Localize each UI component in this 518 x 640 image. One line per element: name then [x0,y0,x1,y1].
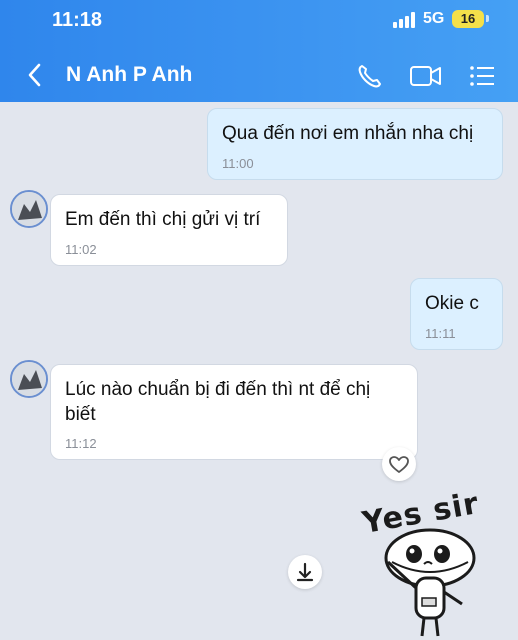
message-text: Okie c [425,293,479,314]
message-time: 11:02 [65,242,97,257]
sticker-mushroom-icon[interactable] [366,518,486,638]
menu-button[interactable] [468,62,498,90]
message-text-line1: Lúc nào chuẩn bị đi đến thì nt để chị [65,379,371,400]
battery-level: 16 [452,10,484,28]
message-time: 11:00 [222,156,254,171]
avatar-image [12,362,46,396]
phone-icon [358,65,381,88]
message-time: 11:12 [65,436,97,451]
message-bubble-outgoing[interactable]: Okie c 11:11 [410,278,503,350]
avatar[interactable] [10,360,48,398]
message-text: Qua đến nơi em nhắn nha chị [222,123,474,144]
message-time: 11:11 [425,326,456,341]
chat-header: 11:18 5G 16 N Anh P Anh [0,0,518,102]
battery-cap [486,15,489,22]
message-bubble-incoming[interactable]: Em đến thì chị gửi vị trí 11:02 [50,194,288,266]
message-text-line2: biết [65,404,96,425]
video-call-button[interactable] [409,62,443,90]
list-menu-icon [470,66,494,86]
message-bubble-incoming[interactable]: Lúc nào chuẩn bị đi đến thì nt để chị bi… [50,364,418,460]
react-button[interactable] [382,447,416,481]
download-arrow-icon [296,562,314,582]
message-text: Em đến thì chị gửi vị trí [65,209,261,230]
avatar[interactable] [10,190,48,228]
signal-icon [393,12,417,28]
status-time: 11:18 [52,9,103,31]
network-type: 5G [423,10,445,27]
contact-name[interactable]: N Anh P Anh [66,63,192,87]
message-bubble-outgoing[interactable]: Qua đến nơi em nhắn nha chị 11:00 [207,108,503,180]
avatar-image [12,192,46,226]
chevron-left-icon [28,63,41,87]
video-camera-icon [410,66,441,86]
call-button[interactable] [356,62,386,90]
heart-icon [389,456,409,473]
download-button[interactable] [288,555,322,589]
back-button[interactable] [22,60,48,90]
